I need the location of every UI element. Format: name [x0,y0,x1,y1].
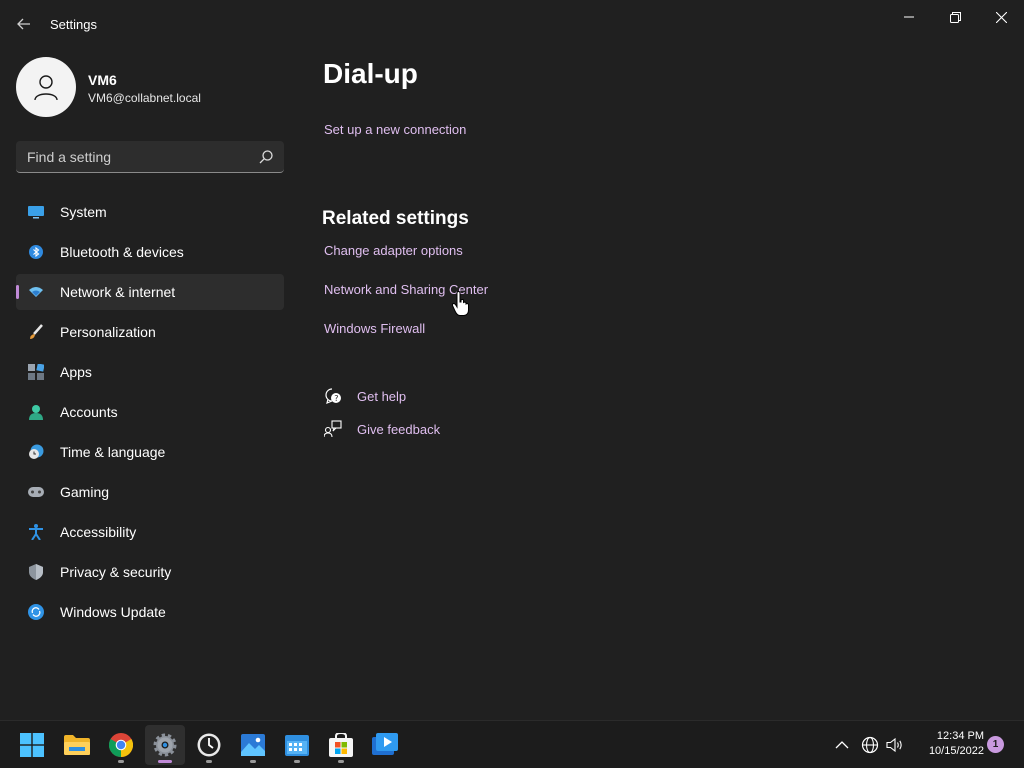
globe-network-icon [861,736,879,754]
wifi-icon [28,284,44,300]
search-input[interactable] [16,141,252,172]
taskbar-file-explorer[interactable] [57,725,97,765]
globe-clock-icon [28,444,44,460]
running-indicator [294,760,300,763]
svg-text:?: ? [334,394,338,403]
sidebar-item-privacy-security[interactable]: Privacy & security [16,554,284,590]
windows-firewall-link[interactable]: Windows Firewall [324,321,425,336]
minimize-button[interactable] [887,2,931,32]
network-status-button[interactable] [860,735,880,755]
sidebar-nav: System Bluetooth & devices Network & int… [16,194,284,634]
get-help-link[interactable]: Get help [357,389,406,404]
running-indicator [250,760,256,763]
brush-icon [28,324,44,340]
active-indicator [158,760,172,763]
sidebar-item-label: Accounts [60,404,118,420]
sidebar-item-gaming[interactable]: Gaming [16,474,284,510]
hand-cursor-icon [451,291,469,316]
taskbar: 12:34 PM 10/15/2022 1 [0,720,1024,768]
sidebar-item-personalization[interactable]: Personalization [16,314,284,350]
file-explorer-icon [64,735,90,755]
sidebar-item-label: Windows Update [60,604,166,620]
update-icon [28,604,44,620]
apps-icon [28,364,44,380]
sidebar-item-label: Network & internet [60,284,176,300]
bluetooth-icon [28,244,44,260]
avatar[interactable] [16,57,76,117]
minimize-icon [904,16,914,18]
sidebar-item-label: Accessibility [60,524,137,540]
restore-button[interactable] [933,2,977,32]
taskbar-media-player[interactable] [365,725,405,765]
settings-icon [153,733,177,757]
search-icon[interactable] [258,149,274,165]
photos-icon [241,734,265,756]
give-feedback-row[interactable]: Give feedback [323,418,440,440]
sidebar-item-windows-update[interactable]: Windows Update [16,594,284,630]
person-icon [34,75,58,101]
show-hidden-icons-button[interactable] [832,735,852,755]
start-icon [20,733,44,757]
search-box[interactable] [16,141,284,173]
volume-button[interactable] [885,735,905,755]
feedback-icon [323,419,343,439]
taskbar-settings[interactable] [145,725,185,765]
taskbar-calendar[interactable] [277,725,317,765]
media-player-icon [372,733,398,755]
change-adapter-options-link[interactable]: Change adapter options [324,243,463,258]
sidebar-item-label: Privacy & security [60,564,172,580]
sidebar-item-accessibility[interactable]: Accessibility [16,514,284,550]
app-title: Settings [50,17,97,32]
chrome-icon [109,733,133,757]
close-button[interactable] [979,2,1023,32]
gamepad-icon [28,484,44,500]
sidebar-item-accounts[interactable]: Accounts [16,394,284,430]
shield-icon [28,564,44,580]
chevron-up-icon [835,741,849,749]
sidebar-item-label: Personalization [60,324,156,340]
give-feedback-link[interactable]: Give feedback [357,422,440,437]
sidebar-item-system[interactable]: System [16,194,284,230]
start-button[interactable] [12,725,52,765]
speaker-icon [886,737,902,753]
sidebar-item-label: Apps [60,364,92,380]
running-indicator [338,760,344,763]
accessibility-icon [28,524,44,540]
taskbar-clock[interactable] [189,725,229,765]
notification-badge[interactable]: 1 [987,736,1004,753]
sidebar-item-time-language[interactable]: Time & language [16,434,284,470]
related-settings-heading: Related settings [322,208,469,229]
sidebar-item-label: Gaming [60,484,110,500]
calendar-icon [285,735,309,756]
sidebar-item-label: Time & language [60,444,166,460]
sidebar-item-apps[interactable]: Apps [16,354,284,390]
title-bar: Settings [0,0,1024,48]
sidebar-item-label: Bluetooth & devices [60,244,184,260]
store-icon [329,733,353,757]
user-email: VM6@collabnet.local [88,91,201,105]
clock-app-icon [197,733,221,757]
clock-time: 12:34 PM [936,730,984,742]
help-chat-icon: ? [323,386,343,406]
back-button[interactable] [10,10,38,38]
back-arrow-icon [17,18,30,30]
taskbar-store[interactable] [321,725,361,765]
page-title: Dial-up [323,58,418,89]
taskbar-chrome[interactable] [101,725,141,765]
sidebar-item-label: System [60,204,107,220]
taskbar-clock-display[interactable]: 12:34 PM 10/15/2022 [912,729,984,759]
setup-connection-link[interactable]: Set up a new connection [324,122,466,137]
account-icon [28,404,44,420]
sidebar-item-network[interactable]: Network & internet [16,274,284,310]
sidebar-item-bluetooth[interactable]: Bluetooth & devices [16,234,284,270]
restore-icon [949,11,961,23]
close-icon [995,11,1007,23]
running-indicator [118,760,124,763]
user-name: VM6 [88,72,117,88]
get-help-row[interactable]: ? Get help [323,385,406,407]
monitor-icon [28,204,44,220]
taskbar-photos[interactable] [233,725,273,765]
running-indicator [206,760,212,763]
clock-date: 10/15/2022 [928,745,984,757]
